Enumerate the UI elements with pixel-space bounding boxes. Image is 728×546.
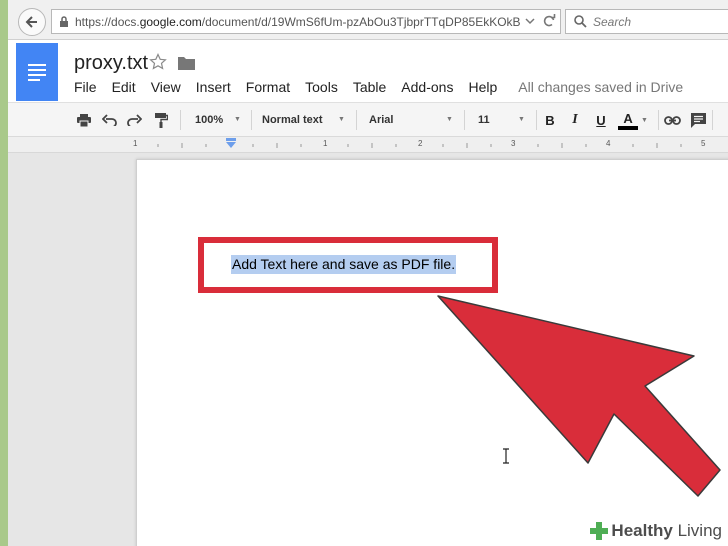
menu-table[interactable]: Table (353, 79, 386, 97)
watermark: Healthy Living (582, 516, 728, 546)
reload-icon[interactable] (542, 14, 556, 28)
redo-icon (126, 114, 142, 126)
font-select[interactable]: Arial ▼ (360, 103, 460, 137)
app-window: https://docs. google.com/document/d/19WmS… (8, 0, 728, 546)
lock-icon (59, 15, 69, 28)
menu-view[interactable]: View (151, 79, 181, 97)
dropdown-icon[interactable] (524, 14, 536, 28)
browser-toolbar: https://docs. google.com/document/d/19WmS… (8, 0, 728, 40)
url-host: google.com (139, 14, 202, 29)
style-select[interactable]: Normal text ▼ (254, 103, 352, 137)
font-value: Arial (369, 114, 394, 126)
formatting-toolbar: 100% ▼ Normal text ▼ Arial ▼ 11 ▼ B I U … (8, 102, 728, 137)
italic-button[interactable]: I (563, 103, 587, 137)
text-color-letter: A (623, 111, 633, 126)
toolbar-separator (536, 110, 537, 130)
chevron-down-icon: ▼ (518, 116, 525, 123)
document-text[interactable]: Add Text here and save as PDF file. (231, 255, 457, 274)
paint-format-button[interactable] (149, 103, 173, 137)
font-size-select[interactable]: 11 ▼ (468, 103, 532, 137)
bold-button[interactable]: B (538, 103, 562, 137)
chevron-down-icon: ▼ (234, 116, 241, 123)
zoom-select[interactable]: 100% ▼ (186, 103, 248, 137)
text-color-swatch (618, 126, 639, 130)
url-path: /document/d/19WmS6fUm-pzAbOu3TjbprTTqDP8… (201, 14, 521, 29)
ruler-ticks (157, 143, 682, 148)
healthy-living-cross-icon (590, 522, 609, 540)
toolbar-separator (251, 110, 252, 130)
undo-button[interactable] (97, 103, 121, 137)
comment-icon (690, 112, 706, 128)
menu-edit[interactable]: Edit (112, 79, 136, 97)
text-color-button[interactable]: A ▼ (615, 103, 651, 137)
search-box[interactable]: Search (565, 9, 728, 34)
chevron-down-icon: ▼ (338, 116, 345, 123)
menu-file[interactable]: File (74, 79, 97, 97)
back-arrow-icon (25, 16, 37, 28)
document-page[interactable] (136, 159, 728, 546)
search-icon (574, 15, 587, 28)
save-status[interactable]: All changes saved in Drive (518, 79, 683, 97)
zoom-value: 100% (195, 114, 224, 126)
back-button[interactable] (18, 8, 46, 36)
url-prefix: https://docs. (75, 14, 140, 29)
menu-insert[interactable]: Insert (196, 79, 231, 97)
watermark-brand-regular: Living (677, 521, 722, 540)
style-value: Normal text (262, 114, 323, 126)
address-bar[interactable]: https://docs. google.com/document/d/19WmS… (51, 9, 561, 34)
document-canvas (8, 153, 728, 546)
toolbar-separator (180, 110, 181, 130)
menu-tools[interactable]: Tools (305, 79, 338, 97)
undo-icon (101, 114, 117, 126)
print-icon (77, 113, 91, 127)
chevron-down-icon: ▼ (446, 116, 453, 123)
insert-comment-button[interactable] (686, 103, 710, 137)
toolbar-separator (658, 110, 659, 130)
menu-help[interactable]: Help (468, 79, 497, 97)
menu-format[interactable]: Format (246, 79, 290, 97)
menu-bar: File Edit View Insert Format Tools Table… (74, 79, 683, 97)
menu-addons[interactable]: Add-ons (401, 79, 453, 97)
docs-logo-icon[interactable] (16, 43, 58, 101)
redo-button[interactable] (122, 103, 146, 137)
chevron-down-icon: ▼ (641, 116, 648, 124)
search-placeholder: Search (593, 14, 632, 29)
paint-roller-icon (154, 112, 168, 128)
print-button[interactable] (72, 103, 96, 137)
doc-title[interactable]: proxy.txt (74, 52, 148, 75)
toolbar-separator (464, 110, 465, 130)
insert-link-button[interactable] (660, 103, 684, 137)
underline-button[interactable]: U (589, 103, 613, 137)
link-icon (663, 115, 681, 125)
font-size-value: 11 (478, 114, 490, 126)
star-icon[interactable] (149, 53, 167, 71)
folder-icon[interactable] (178, 56, 195, 70)
ruler: 1 1 2 3 4 5 (8, 137, 728, 153)
toolbar-separator (356, 110, 357, 130)
toolbar-separator (712, 110, 713, 130)
watermark-brand-bold: Healthy (611, 521, 673, 540)
text-cursor-icon (503, 448, 509, 464)
